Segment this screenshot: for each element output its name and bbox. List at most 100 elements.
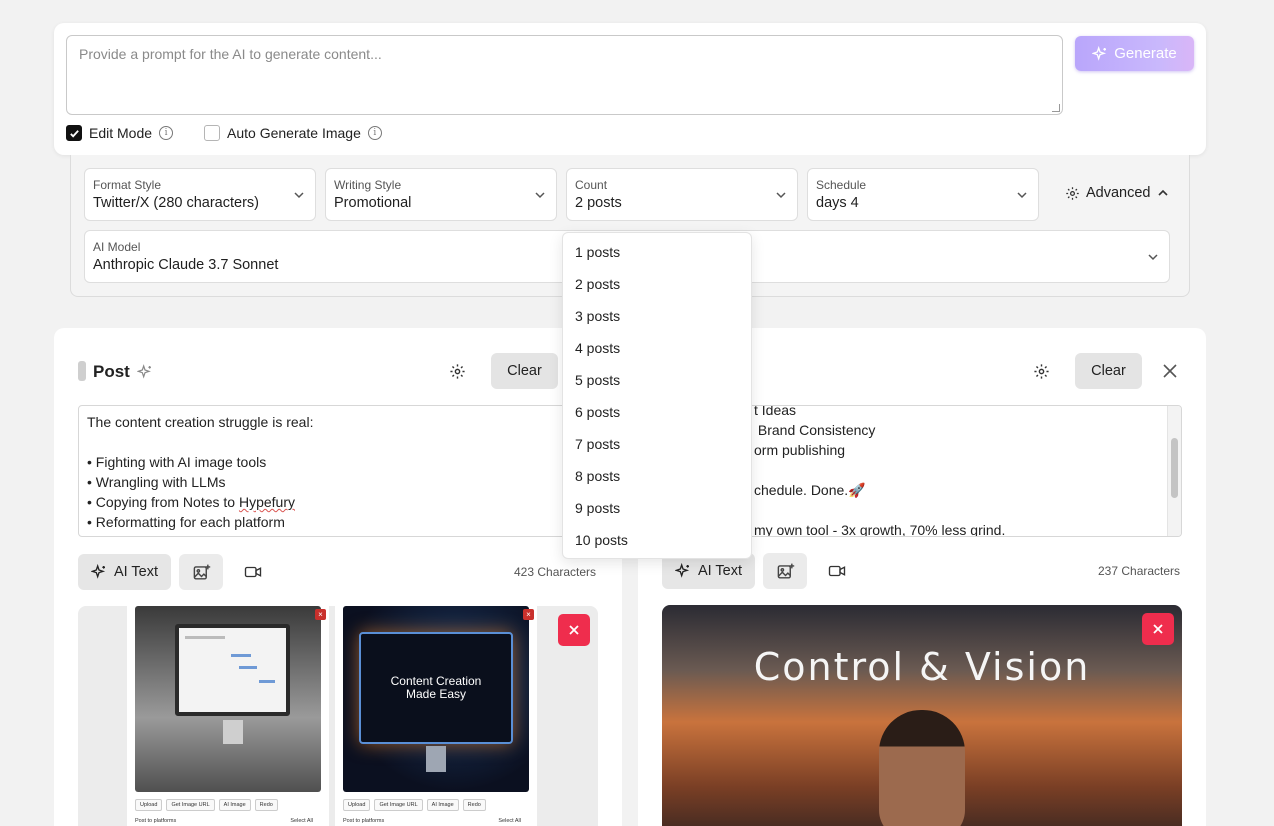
post-line: chedule. Done.🚀	[754, 482, 866, 498]
close-icon	[1153, 624, 1163, 634]
schedule-label: Schedule	[816, 178, 867, 192]
gear-icon[interactable]	[447, 361, 467, 381]
count-dropdown: 1 posts 2 posts 3 posts 4 posts 5 posts …	[562, 232, 752, 559]
prompt-card: Provide a prompt for the AI to generate …	[54, 23, 1206, 155]
sparkle-icon	[674, 563, 690, 578]
format-style-label: Format Style	[93, 178, 162, 192]
post-text-area[interactable]: The content creation struggle is real: •…	[78, 405, 598, 537]
gear-icon[interactable]	[1031, 361, 1051, 381]
post-line: t Ideas	[754, 405, 797, 418]
edit-mode-option[interactable]: Edit Mode i	[66, 125, 174, 141]
close-icon	[569, 625, 579, 635]
auto-image-label: Auto Generate Image	[227, 125, 361, 141]
thumbnail-tools: Upload Get Image URL AI Image Redo	[135, 799, 278, 811]
sparkle-icon[interactable]	[135, 362, 155, 382]
chevron-down-icon	[776, 192, 786, 199]
clear-button[interactable]: Clear	[491, 353, 558, 389]
media-area: × Upload Get Image URL AI Image Redo Pos…	[78, 606, 598, 826]
ai-model-value: Anthropic Claude 3.7 Sonnet	[93, 257, 279, 273]
count-option[interactable]: 5 posts	[563, 364, 751, 396]
prompt-placeholder: Provide a prompt for the AI to generate …	[79, 46, 382, 62]
count-option[interactable]: 10 posts	[563, 524, 751, 556]
video-icon	[244, 566, 262, 578]
select-all-link[interactable]: Select All	[498, 818, 521, 824]
ai-text-label: AI Text	[113, 564, 159, 580]
image-plus-icon	[777, 563, 794, 579]
writing-style-value: Promotional	[334, 195, 412, 211]
remove-image-icon[interactable]: ×	[523, 609, 534, 620]
image-caption-line: Made Easy	[405, 687, 467, 701]
format-style-select[interactable]: Format Style Twitter/X (280 characters)	[84, 168, 316, 221]
post-line	[87, 432, 589, 452]
character-count: 423 Characters	[514, 565, 597, 579]
image-thumbnail[interactable]: Content Creation Made Easy × Upload Get …	[335, 606, 537, 826]
info-icon[interactable]: i	[159, 126, 174, 140]
edit-mode-checkbox[interactable]	[66, 125, 82, 141]
writing-style-select[interactable]: Writing Style Promotional	[325, 168, 557, 221]
count-option[interactable]: 7 posts	[563, 428, 751, 460]
remove-media-button[interactable]	[1142, 613, 1174, 645]
info-icon[interactable]: i	[367, 126, 382, 140]
ai-text-button[interactable]: AI Text	[78, 554, 171, 590]
count-option[interactable]: 2 posts	[563, 268, 751, 300]
post-line	[754, 460, 1005, 480]
portrait-face	[879, 710, 965, 826]
screen-line	[259, 680, 275, 683]
scrollbar[interactable]	[1167, 406, 1181, 536]
generated-image[interactable]: Control & Vision	[662, 605, 1182, 826]
image-thumbnail[interactable]: × Upload Get Image URL AI Image Redo Pos…	[127, 606, 329, 826]
clear-button[interactable]: Clear	[1075, 353, 1142, 389]
chevron-down-icon	[1017, 192, 1027, 199]
add-image-button[interactable]	[179, 554, 223, 590]
post-line: • Copying from Notes to Hypefury	[87, 492, 589, 512]
schedule-select[interactable]: Schedule days 4	[807, 168, 1039, 221]
chevron-down-icon	[535, 192, 545, 199]
video-icon	[828, 565, 846, 577]
remove-image-icon[interactable]: ×	[315, 609, 326, 620]
image-plus-icon	[193, 564, 210, 580]
select-all-link[interactable]: Select All	[290, 818, 313, 824]
chevron-up-icon	[1157, 189, 1168, 196]
format-style-value: Twitter/X (280 characters)	[93, 195, 259, 211]
post-line: • Reformatting for each platform	[87, 514, 285, 530]
screen-line	[239, 666, 257, 669]
count-option[interactable]: 6 posts	[563, 396, 751, 428]
auto-image-option[interactable]: Auto Generate Image i	[204, 125, 382, 141]
get-image-url-button[interactable]: Get Image URL	[166, 799, 215, 811]
ai-image-button[interactable]: AI Image	[218, 799, 251, 811]
redo-button[interactable]: Redo	[462, 799, 486, 811]
count-option[interactable]: 3 posts	[563, 300, 751, 332]
redo-button[interactable]: Redo	[254, 799, 278, 811]
auto-image-checkbox[interactable]	[204, 125, 220, 141]
misspelled-word: Hypefury	[238, 494, 295, 510]
count-option[interactable]: 4 posts	[563, 332, 751, 364]
upload-button[interactable]: Upload	[135, 799, 163, 811]
post-line: • Wrangling with LLMs	[87, 474, 226, 490]
gear-icon	[1066, 186, 1079, 200]
character-count: 237 Characters	[1098, 564, 1181, 578]
close-icon[interactable]	[1160, 361, 1180, 381]
drag-handle[interactable]	[78, 361, 86, 381]
schedule-value: days 4	[816, 195, 859, 211]
upload-button[interactable]: Upload	[343, 799, 371, 811]
generate-button[interactable]: Generate	[1075, 36, 1194, 71]
sparkle-icon	[90, 564, 106, 579]
ai-image-button[interactable]: AI Image	[426, 799, 459, 811]
generate-label: Generate	[1114, 45, 1177, 62]
get-image-url-button[interactable]: Get Image URL	[374, 799, 423, 811]
count-option[interactable]: 8 posts	[563, 460, 751, 492]
office-monitor-image	[135, 606, 321, 792]
count-option[interactable]: 1 posts	[563, 236, 751, 268]
resize-handle[interactable]	[1052, 104, 1060, 112]
post-line: my own tool - 3x growth, 70% less grind.	[754, 522, 1006, 537]
count-option[interactable]: 9 posts	[563, 492, 751, 524]
add-video-button[interactable]	[235, 554, 271, 590]
monitor-stand	[426, 746, 446, 772]
add-video-button[interactable]	[819, 553, 855, 589]
remove-media-button[interactable]	[558, 614, 590, 646]
count-select[interactable]: Count 2 posts	[566, 168, 798, 221]
scrollbar-thumb[interactable]	[1171, 438, 1178, 498]
add-image-button[interactable]	[763, 553, 807, 589]
prompt-input[interactable]: Provide a prompt for the AI to generate …	[66, 35, 1063, 115]
advanced-toggle[interactable]: Advanced	[1065, 185, 1169, 201]
